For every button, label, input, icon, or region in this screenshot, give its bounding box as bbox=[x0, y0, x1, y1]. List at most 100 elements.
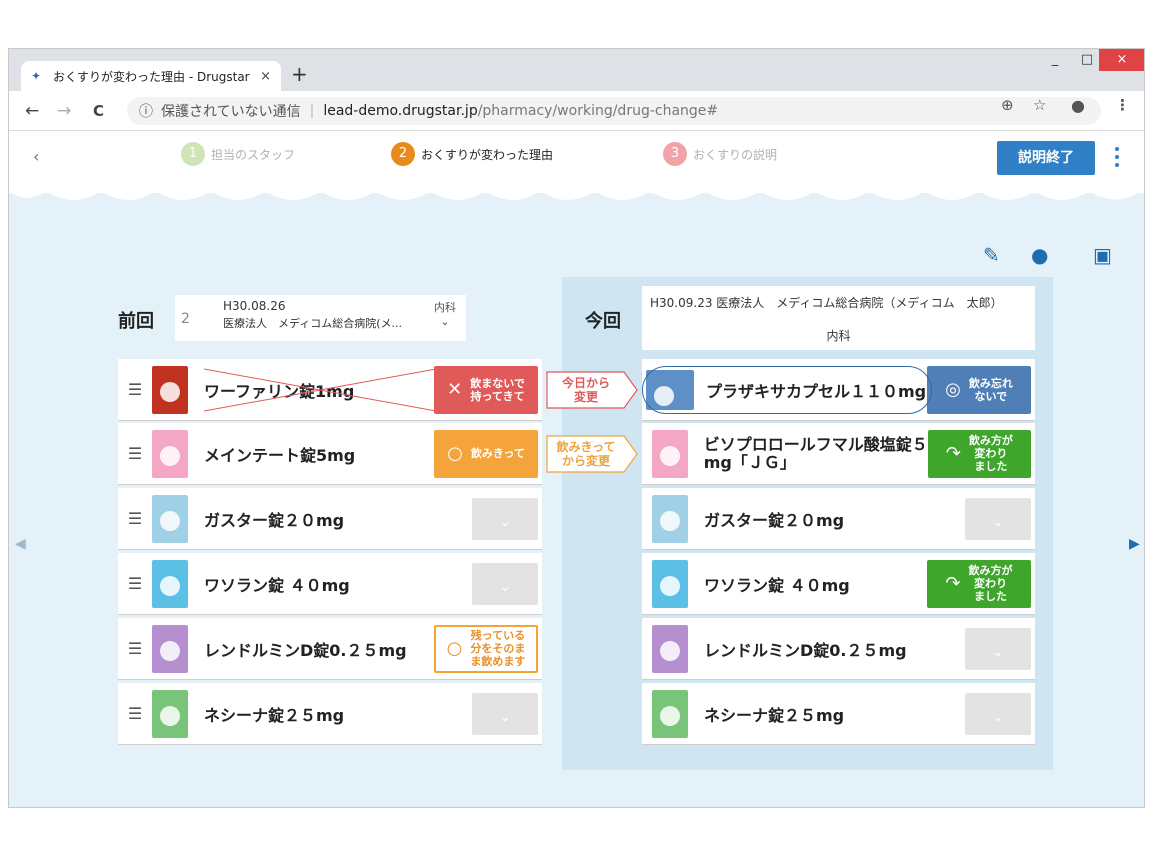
drug-name: レンドルミンD錠0.２５mg bbox=[204, 640, 407, 660]
previous-row[interactable]: ☰ レンドルミンD錠0.２５mg ○ 残っている 分をそのま ま飲めます bbox=[118, 618, 542, 680]
step-explanation[interactable]: 3 おくすりの説明 bbox=[663, 142, 777, 166]
url-separator: | bbox=[309, 103, 315, 119]
back-arrow-icon[interactable]: ← bbox=[25, 101, 39, 121]
change-after-finish-arrow: 飲みきって から変更 bbox=[546, 435, 638, 473]
current-row[interactable]: ビソプロロールフマル酸塩錠５ mg「ＪＧ」 ↷ 飲み方が 変わり ました bbox=[642, 423, 1035, 485]
drug-name: ガスター錠２０mg bbox=[704, 510, 845, 530]
previous-count: 2 bbox=[181, 311, 190, 327]
drag-handle-icon[interactable]: ☰ bbox=[118, 444, 152, 463]
step-staff[interactable]: 1 担当のスタッフ bbox=[181, 142, 295, 166]
redirect-arrow-icon: ↷ bbox=[945, 443, 961, 464]
reload-icon[interactable]: C bbox=[93, 101, 104, 121]
drug-image bbox=[152, 429, 188, 478]
dropdown-button[interactable]: ⌄ bbox=[472, 692, 538, 735]
drug-name: ワソラン錠 ４０mg bbox=[704, 575, 850, 595]
info-icon: ⓘ bbox=[139, 104, 153, 120]
drag-handle-icon[interactable]: ☰ bbox=[118, 380, 152, 399]
tab-title: おくすりが変わった理由 - Drugstar bbox=[53, 69, 250, 84]
drug-image bbox=[152, 624, 188, 673]
memo-edit-icon[interactable]: ✎ bbox=[983, 243, 1000, 267]
current-dept: 内科 bbox=[826, 329, 851, 343]
chevron-down-icon: ⌄ bbox=[992, 513, 1004, 530]
apple-step-icon: 3 bbox=[663, 142, 687, 166]
previous-prescription-select[interactable]: H30.08.26 医療法人 メディコム総合病院(メ... 内科 ⌄ bbox=[175, 295, 466, 341]
dropdown-button[interactable]: ⌄ bbox=[472, 562, 538, 605]
url-field[interactable]: ⓘ 保護されていない通信 | lead-demo.drugstar.jp /ph… bbox=[127, 97, 1101, 125]
zoom-icon[interactable]: ⊕ bbox=[1001, 96, 1014, 114]
drug-name: ネシーナ錠２５mg bbox=[204, 705, 345, 725]
previous-dept: 内科 ⌄ bbox=[434, 301, 456, 328]
drag-handle-icon[interactable]: ☰ bbox=[118, 639, 152, 658]
chevron-down-icon: ⌄ bbox=[499, 513, 511, 530]
tab-bar: ✦ おくすりが変わった理由 - Drugstar × + _ □ × bbox=[9, 49, 1144, 91]
chevron-down-icon: ⌄ bbox=[499, 578, 511, 595]
previous-row[interactable]: ☰ ネシーナ錠２５mg ⌄ bbox=[118, 683, 542, 745]
drug-image bbox=[652, 624, 688, 673]
step-change-reason[interactable]: 2 おくすりが変わった理由 bbox=[391, 142, 553, 166]
prev-page-arrow-icon[interactable]: ◀ bbox=[15, 536, 26, 552]
dont-forget-badge[interactable]: ◎ 飲み忘れ ないで bbox=[927, 365, 1031, 414]
drug-name: レンドルミンD錠0.２５mg bbox=[704, 640, 907, 660]
current-prescription-header: H30.09.23 医療法人 メディコム総合病院（メディコム 太郎） 内科 bbox=[642, 286, 1035, 350]
back-chevron-icon[interactable]: ‹ bbox=[33, 147, 39, 166]
change-today-arrow: 今日から 変更 bbox=[546, 371, 638, 409]
dosage-changed-badge[interactable]: ↷ 飲み方が 変わり ました bbox=[927, 429, 1031, 478]
browser-window: ✦ おくすりが変わった理由 - Drugstar × + _ □ × ← → C… bbox=[8, 48, 1145, 808]
drug-image bbox=[652, 429, 688, 478]
drag-handle-icon[interactable]: ☰ bbox=[118, 509, 152, 528]
current-label: 今回 bbox=[585, 311, 621, 332]
previous-row[interactable]: ☰ ワソラン錠 ４０mg ⌄ bbox=[118, 553, 542, 615]
step-label: おくすりが変わった理由 bbox=[421, 147, 554, 162]
drug-image bbox=[652, 494, 688, 543]
circle-icon: ○ bbox=[447, 443, 463, 464]
end-explanation-button[interactable]: 説明終了 bbox=[997, 141, 1095, 175]
user-chat-icon[interactable]: ● bbox=[1031, 243, 1048, 267]
bookmark-star-icon[interactable]: ☆ bbox=[1033, 96, 1046, 114]
profile-icon[interactable]: ● bbox=[1071, 96, 1085, 115]
redirect-arrow-icon: ↷ bbox=[945, 573, 961, 594]
previous-hospital: 医療法人 メディコム総合病院(メ... bbox=[223, 317, 403, 330]
previous-date: H30.08.26 bbox=[223, 299, 286, 313]
new-tab-button[interactable]: + bbox=[291, 64, 308, 84]
circle-icon: ○ bbox=[446, 638, 463, 659]
dropdown-button[interactable]: ⌄ bbox=[472, 497, 538, 540]
dosage-changed-badge[interactable]: ↷ 飲み方が 変わり ました bbox=[927, 559, 1031, 608]
forward-arrow-icon[interactable]: → bbox=[57, 101, 71, 121]
browser-menu-icon[interactable]: ⋮ bbox=[1115, 96, 1130, 114]
drug-name: ワソラン錠 ４０mg bbox=[204, 575, 350, 595]
drug-name: ビソプロロールフマル酸塩錠５ mg「ＪＧ」 bbox=[703, 434, 928, 472]
chevron-down-icon: ⌄ bbox=[992, 643, 1004, 660]
dropdown-button[interactable]: ⌄ bbox=[965, 627, 1031, 670]
cloud-border bbox=[9, 179, 1144, 200]
previous-row[interactable]: ☰ ガスター錠２０mg ⌄ bbox=[118, 488, 542, 550]
address-bar-row: ← → C ⓘ 保護されていない通信 | lead-demo.drugstar.… bbox=[9, 91, 1144, 131]
finish-badge[interactable]: ○ 飲みきって bbox=[434, 429, 538, 478]
dropdown-button[interactable]: ⌄ bbox=[965, 497, 1031, 540]
current-row[interactable]: ワソラン錠 ４０mg ↷ 飲み方が 変わり ました bbox=[642, 553, 1035, 615]
current-row[interactable]: ネシーナ錠２５mg ⌄ bbox=[642, 683, 1035, 745]
previous-label: 前回 bbox=[118, 311, 154, 332]
bring-unused-badge[interactable]: ✕ 飲まないで 持ってきて bbox=[434, 365, 538, 414]
leaf-step-icon: 1 bbox=[181, 142, 205, 166]
browser-tab[interactable]: ✦ おくすりが変わった理由 - Drugstar × bbox=[21, 61, 281, 91]
more-menu-icon[interactable] bbox=[1113, 143, 1121, 173]
drag-handle-icon[interactable]: ☰ bbox=[118, 574, 152, 593]
drag-handle-icon[interactable]: ☰ bbox=[118, 704, 152, 723]
current-row[interactable]: レンドルミンD錠0.２５mg ⌄ bbox=[642, 618, 1035, 680]
printer-icon[interactable]: ▣ bbox=[1093, 243, 1112, 267]
minimize-button[interactable]: _ bbox=[1039, 49, 1071, 71]
security-text: 保護されていない通信 bbox=[161, 104, 301, 120]
strike-lines bbox=[204, 368, 436, 412]
drug-image bbox=[152, 559, 188, 608]
previous-row[interactable]: ☰ メインテート錠5mg ○ 飲みきって bbox=[118, 423, 542, 485]
chevron-down-icon: ⌄ bbox=[440, 315, 450, 328]
dropdown-button[interactable]: ⌄ bbox=[965, 692, 1031, 735]
previous-row[interactable]: ☰ ワーファリン錠1mg ✕ 飲まないで 持ってきて bbox=[118, 359, 542, 421]
next-page-arrow-icon[interactable]: ▶ bbox=[1129, 536, 1140, 552]
current-row[interactable]: ガスター錠２０mg ⌄ bbox=[642, 488, 1035, 550]
tab-close-icon[interactable]: × bbox=[260, 69, 271, 84]
continue-remaining-badge[interactable]: ○ 残っている 分をそのま ま飲めます bbox=[434, 624, 538, 673]
cross-icon: ✕ bbox=[447, 379, 463, 400]
drug-image bbox=[152, 365, 188, 414]
close-window-button[interactable]: × bbox=[1099, 49, 1144, 71]
